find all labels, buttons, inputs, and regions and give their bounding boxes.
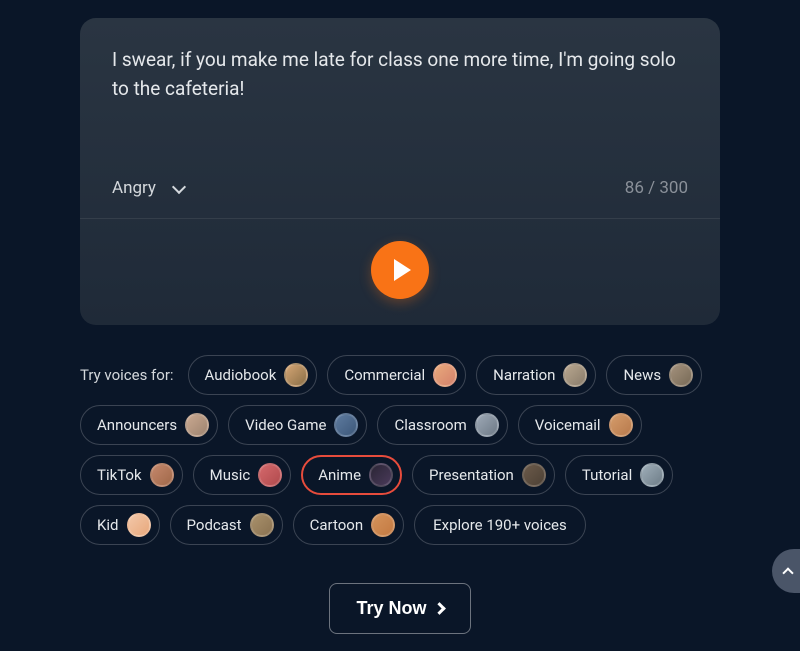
voice-pill-commercial[interactable]: Commercial xyxy=(327,355,466,395)
avatar xyxy=(334,413,358,437)
avatar xyxy=(250,513,274,537)
voice-pill-announcers[interactable]: Announcers xyxy=(80,405,218,445)
voice-pill-audiobook[interactable]: Audiobook xyxy=(188,355,318,395)
avatar xyxy=(371,513,395,537)
voice-pill-label: Music xyxy=(210,466,251,484)
voices-section: Try voices for: Audiobook Commercial Narra… xyxy=(80,355,720,545)
voice-pill-label: Announcers xyxy=(97,416,177,434)
avatar xyxy=(150,463,174,487)
voice-pill-music[interactable]: Music xyxy=(193,455,292,495)
voice-pill-tiktok[interactable]: TikTok xyxy=(80,455,183,495)
voice-pill-voicemail[interactable]: Voicemail xyxy=(518,405,642,445)
avatar xyxy=(369,463,393,487)
explore-voices-pill[interactable]: Explore 190+ voices xyxy=(414,505,586,545)
avatar xyxy=(185,413,209,437)
avatar xyxy=(284,363,308,387)
try-now-button[interactable]: Try Now xyxy=(329,583,470,634)
text-input-area[interactable]: I swear, if you make me late for class o… xyxy=(80,18,720,178)
voice-pill-label: Audiobook xyxy=(205,366,277,384)
avatar xyxy=(433,363,457,387)
avatar xyxy=(258,463,282,487)
voice-pill-label: Anime xyxy=(318,466,361,484)
voice-pill-label: Narration xyxy=(493,366,555,384)
voice-pill-label: Voicemail xyxy=(535,416,601,434)
avatar xyxy=(475,413,499,437)
editor-text: I swear, if you make me late for class o… xyxy=(112,46,688,103)
cta-section: Try Now xyxy=(0,583,800,634)
voice-pill-kid[interactable]: Kid xyxy=(80,505,160,545)
voice-pill-label: Kid xyxy=(97,516,119,534)
voice-pill-label: TikTok xyxy=(97,466,142,484)
voice-pill-label: Presentation xyxy=(429,466,514,484)
avatar xyxy=(669,363,693,387)
chevron-up-icon xyxy=(782,567,793,578)
emotion-label: Angry xyxy=(112,178,156,198)
chevron-down-icon xyxy=(172,179,186,193)
voice-pill-narration[interactable]: Narration xyxy=(476,355,596,395)
voice-pill-presentation[interactable]: Presentation xyxy=(412,455,555,495)
voices-label: Try voices for: xyxy=(80,366,174,384)
play-icon xyxy=(394,259,411,281)
try-now-label: Try Now xyxy=(356,598,426,619)
controls-row: Angry 86 / 300 xyxy=(80,178,720,218)
avatar xyxy=(522,463,546,487)
voice-pill-label: Tutorial xyxy=(582,466,632,484)
voice-pill-label: Classroom xyxy=(394,416,466,434)
avatar xyxy=(640,463,664,487)
voice-pill-label: Commercial xyxy=(344,366,425,384)
voice-pill-news[interactable]: News xyxy=(606,355,702,395)
avatar xyxy=(609,413,633,437)
voice-pill-classroom[interactable]: Classroom xyxy=(377,405,507,445)
voice-pill-video-game[interactable]: Video Game xyxy=(228,405,367,445)
avatar xyxy=(563,363,587,387)
voice-pill-label: Podcast xyxy=(187,516,242,534)
play-button[interactable] xyxy=(371,241,429,299)
avatar xyxy=(127,513,151,537)
editor-card: I swear, if you make me late for class o… xyxy=(80,18,720,325)
voice-pill-tutorial[interactable]: Tutorial xyxy=(565,455,673,495)
emotion-select[interactable]: Angry xyxy=(112,178,184,198)
voice-pill-label: News xyxy=(623,366,661,384)
voice-pill-anime[interactable]: Anime xyxy=(301,455,402,495)
voice-pill-cartoon[interactable]: Cartoon xyxy=(293,505,405,545)
voice-pill-label: Video Game xyxy=(245,416,326,434)
voice-pill-label: Cartoon xyxy=(310,516,364,534)
voice-pill-podcast[interactable]: Podcast xyxy=(170,505,283,545)
explore-label: Explore 190+ voices xyxy=(433,516,567,534)
play-section xyxy=(80,219,720,325)
chevron-right-icon xyxy=(433,602,446,615)
character-count: 86 / 300 xyxy=(625,178,688,198)
